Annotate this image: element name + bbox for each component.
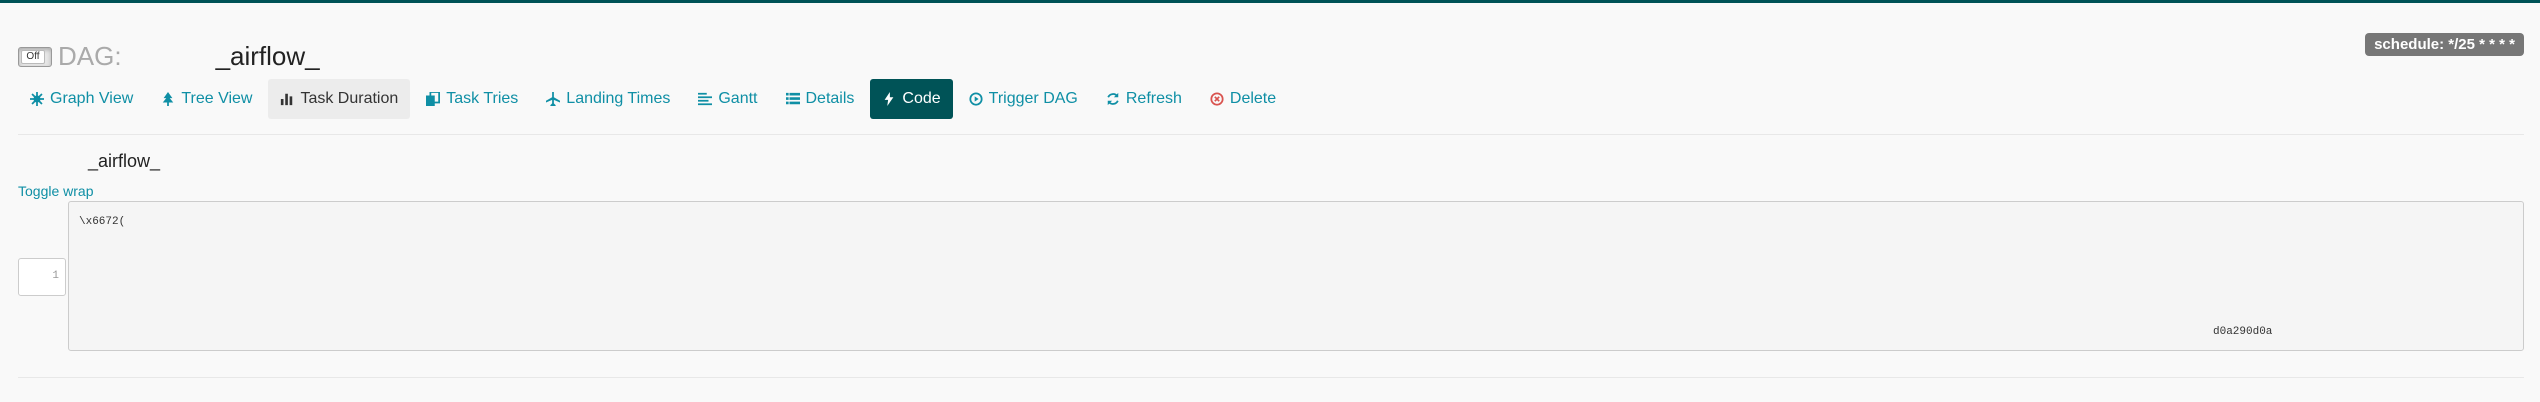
nav-graph-view[interactable]: Graph View bbox=[18, 79, 145, 119]
nav-label: Task Duration bbox=[300, 90, 399, 107]
bar-chart-icon bbox=[280, 92, 294, 106]
code-text-end: d0a290d0a bbox=[2213, 326, 2273, 338]
duplicate-icon bbox=[426, 92, 441, 106]
code-text-start: \x6672( bbox=[79, 216, 126, 228]
nav-tree-view[interactable]: Tree View bbox=[149, 79, 264, 119]
code-viewer[interactable]: \x6672( d0a290d0a bbox=[68, 201, 2524, 351]
nav-delete[interactable]: Delete bbox=[1198, 79, 1288, 119]
refresh-icon bbox=[1106, 92, 1120, 106]
divider bbox=[18, 134, 2524, 135]
tree-icon bbox=[161, 92, 175, 106]
nav-trigger-dag[interactable]: Trigger DAG bbox=[957, 79, 1090, 119]
nav-label: Delete bbox=[1229, 90, 1277, 107]
flash-icon bbox=[882, 92, 896, 106]
line-number: 1 bbox=[18, 258, 66, 296]
plane-icon bbox=[546, 92, 561, 106]
dag-header: Off DAG: _airflow_ bbox=[18, 41, 320, 72]
nav-label: Task Tries bbox=[446, 90, 519, 107]
nav-label: Details bbox=[805, 90, 855, 107]
nav-label: Code bbox=[902, 90, 941, 107]
align-left-icon bbox=[698, 92, 713, 106]
nav-gantt[interactable]: Gantt bbox=[686, 79, 769, 119]
remove-circle-icon bbox=[1210, 92, 1224, 106]
list-icon bbox=[785, 92, 800, 106]
divider bbox=[18, 377, 2524, 378]
nav-refresh[interactable]: Refresh bbox=[1094, 79, 1194, 119]
dag-pause-toggle[interactable]: Off bbox=[18, 46, 52, 67]
nav-label: Tree View bbox=[181, 90, 253, 107]
asterisk-icon bbox=[30, 92, 44, 106]
dag-label: DAG: bbox=[58, 41, 122, 71]
dag-nav: Graph View Tree View Task Duration Task … bbox=[18, 79, 1292, 119]
nav-label: Refresh bbox=[1125, 90, 1182, 107]
nav-details[interactable]: Details bbox=[774, 79, 867, 119]
play-circle-icon bbox=[969, 92, 983, 106]
nav-label: Landing Times bbox=[566, 90, 671, 107]
schedule-badge: schedule: */25 * * * * bbox=[2365, 33, 2524, 56]
dag-id: _airflow_ bbox=[215, 41, 320, 71]
nav-landing-times[interactable]: Landing Times bbox=[534, 79, 682, 119]
nav-label: Graph View bbox=[50, 90, 134, 107]
nav-label: Trigger DAG bbox=[988, 90, 1078, 107]
code-title: _airflow_ bbox=[88, 151, 161, 171]
nav-code[interactable]: Code bbox=[870, 79, 953, 119]
nav-label: Gantt bbox=[718, 90, 758, 107]
toggle-wrap-link[interactable]: Toggle wrap bbox=[18, 183, 94, 199]
nav-task-tries[interactable]: Task Tries bbox=[414, 79, 530, 119]
toggle-label: Off bbox=[21, 49, 45, 64]
nav-task-duration[interactable]: Task Duration bbox=[268, 79, 411, 119]
